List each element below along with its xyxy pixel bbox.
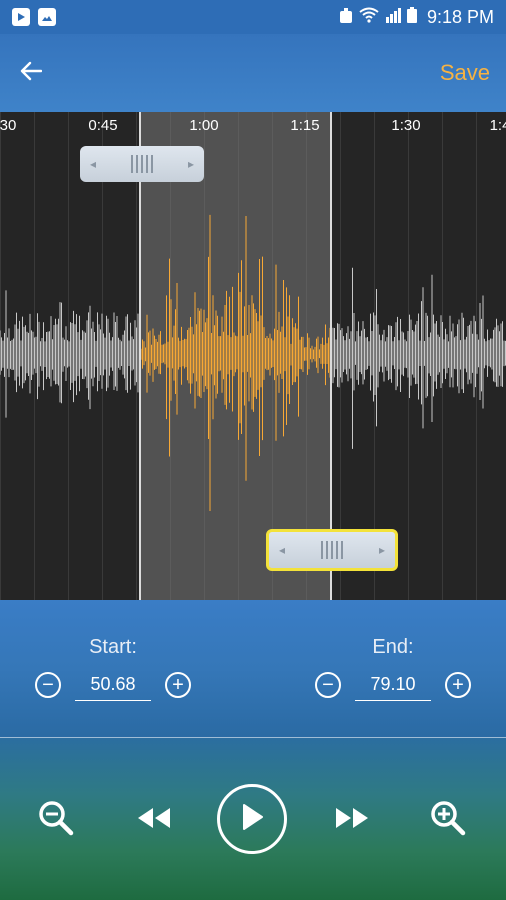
fast-forward-icon xyxy=(334,807,370,834)
timeline-tick: 30 xyxy=(0,117,17,134)
end-increment-button[interactable]: + xyxy=(445,672,471,698)
start-time-field[interactable]: 50.68 xyxy=(75,669,151,701)
end-handle[interactable]: ◂ ▸ xyxy=(266,529,398,571)
rewind-icon xyxy=(136,807,172,834)
zoom-out-button[interactable] xyxy=(36,800,76,840)
plus-icon: + xyxy=(172,674,184,696)
fast-forward-button[interactable] xyxy=(332,802,372,838)
waveform xyxy=(0,214,506,512)
play-icon xyxy=(240,803,264,836)
zoom-out-icon xyxy=(38,800,74,841)
start-label: Start: xyxy=(89,636,137,658)
handle-left-arrow-icon: ◂ xyxy=(90,157,97,171)
save-button[interactable]: Save xyxy=(440,60,490,86)
toolbar: Save xyxy=(0,34,506,112)
start-decrement-button[interactable]: − xyxy=(35,672,61,698)
start-handle[interactable]: ◂ ▸ xyxy=(80,146,204,182)
wifi-icon xyxy=(359,7,379,28)
zoom-in-icon xyxy=(430,800,466,841)
timeline-tick: 1:4 xyxy=(489,117,506,134)
end-time-field[interactable]: 79.10 xyxy=(355,669,431,701)
grip-icon xyxy=(321,541,343,559)
end-decrement-button[interactable]: − xyxy=(315,672,341,698)
timeline-tick: 1:00 xyxy=(189,117,219,134)
waveform-editor[interactable]: 30 0:45 1:00 1:15 1:30 1:4 ◂ ▸ ◂ ▸ xyxy=(0,112,506,600)
minus-icon: − xyxy=(322,674,334,696)
trim-controls: Start: − 50.68 + End: − 79.10 + xyxy=(0,600,506,738)
end-control: End: − 79.10 + xyxy=(308,636,478,701)
player-controls xyxy=(0,738,506,900)
end-label: End: xyxy=(372,636,414,658)
alarm-icon xyxy=(339,7,353,27)
gallery-notification-icon xyxy=(38,8,56,26)
signal-icon xyxy=(385,7,401,28)
app-notification-icon xyxy=(12,8,30,26)
back-button[interactable] xyxy=(16,58,46,88)
timeline: 30 0:45 1:00 1:15 1:30 1:4 xyxy=(0,112,506,140)
timeline-tick: 0:45 xyxy=(88,117,118,134)
timeline-tick: 1:30 xyxy=(391,117,421,134)
grip-icon xyxy=(131,155,153,173)
minus-icon: − xyxy=(42,674,54,696)
zoom-in-button[interactable] xyxy=(428,800,468,840)
handle-right-arrow-icon: ▸ xyxy=(187,157,194,171)
timeline-tick: 1:15 xyxy=(290,117,320,134)
handle-left-arrow-icon: ◂ xyxy=(279,543,286,557)
status-bar: 9:18 PM xyxy=(0,0,506,34)
arrow-left-icon xyxy=(20,61,43,86)
start-control: Start: − 50.68 + xyxy=(28,636,198,701)
play-button[interactable] xyxy=(217,784,287,854)
start-increment-button[interactable]: + xyxy=(165,672,191,698)
handle-right-arrow-icon: ▸ xyxy=(378,543,385,557)
selection-end-marker xyxy=(330,112,332,600)
plus-icon: + xyxy=(452,674,464,696)
battery-icon xyxy=(406,6,417,28)
selection-start-marker xyxy=(139,112,141,600)
status-time: 9:18 PM xyxy=(426,6,494,27)
rewind-button[interactable] xyxy=(134,802,174,838)
